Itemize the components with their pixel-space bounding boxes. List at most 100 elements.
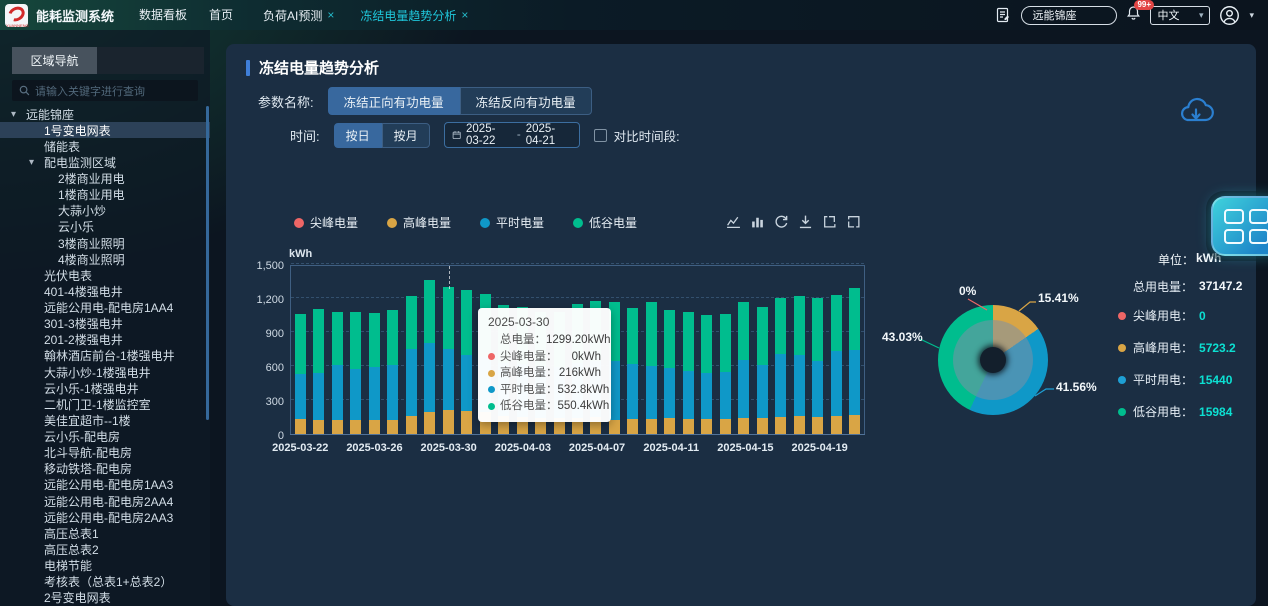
- sidebar-search-input[interactable]: 请输入关键字进行查询: [12, 80, 198, 101]
- topbar-nav-item[interactable]: 首页: [209, 8, 233, 22]
- time-row: 时间: 按日按月 2025-03-22 - 2025-04-21 对比时间段:: [290, 122, 680, 148]
- caret-down-icon[interactable]: ▾: [29, 157, 44, 168]
- tree-item[interactable]: 1楼商业用电: [0, 187, 210, 203]
- close-tab-icon[interactable]: ×: [327, 8, 334, 22]
- bar-segment: [794, 355, 805, 417]
- stat-row: 尖峰用电：0: [1118, 307, 1256, 324]
- tree-item[interactable]: 云小乐: [0, 219, 210, 235]
- tree-item[interactable]: 美佳宜超市--1楼: [0, 412, 210, 428]
- tree-item[interactable]: 北斗导航-配电房: [0, 445, 210, 461]
- tree-item[interactable]: 高压总表2: [0, 541, 210, 557]
- bar-2025-04-10[interactable]: [642, 266, 660, 434]
- tree-item[interactable]: 301-3楼强电井: [0, 316, 210, 332]
- tree-item[interactable]: 3楼商业照明: [0, 235, 210, 251]
- tree-item[interactable]: 云小乐-1楼强电井: [0, 380, 210, 396]
- bar-2025-03-29[interactable]: [420, 266, 438, 434]
- stacked-bar: [738, 302, 749, 434]
- save-image-icon[interactable]: [798, 214, 813, 229]
- data-zoom-icon[interactable]: [822, 214, 837, 229]
- bar-2025-04-21[interactable]: [846, 266, 864, 434]
- tree-item[interactable]: 电梯节能: [0, 558, 210, 574]
- caret-down-icon[interactable]: ▾: [11, 109, 26, 120]
- tree-item[interactable]: 大蒜小炒-1楼强电井: [0, 364, 210, 380]
- bar-2025-04-12[interactable]: [679, 266, 697, 434]
- notification-bell[interactable]: 99+: [1126, 5, 1141, 26]
- bar-2025-03-26[interactable]: [365, 266, 383, 434]
- legend-item[interactable]: 平时电量: [480, 214, 544, 231]
- close-tab-icon[interactable]: ×: [461, 8, 468, 22]
- stacked-bar: [664, 310, 675, 434]
- topbar-nav-item[interactable]: 数据看板: [139, 8, 187, 22]
- tree-item[interactable]: 储能表: [0, 138, 210, 154]
- sidebar-tab-region-nav[interactable]: 区域导航: [12, 47, 97, 74]
- tree-item[interactable]: ▾配电监测区域: [0, 154, 210, 170]
- tree-item[interactable]: 高压总表1: [0, 525, 210, 541]
- tree-item[interactable]: 远能公用电-配电房1AA3: [0, 477, 210, 493]
- tree-item[interactable]: ▾远能锦座: [0, 106, 210, 122]
- avatar[interactable]: [1219, 5, 1240, 26]
- bar-2025-04-19[interactable]: [809, 266, 827, 434]
- zoom-reset-icon[interactable]: [846, 214, 861, 229]
- bar-2025-03-28[interactable]: [402, 266, 420, 434]
- tree-item-label: 北斗导航-配电房: [44, 444, 132, 461]
- tree-item[interactable]: 光伏电表: [0, 267, 210, 283]
- tree-item[interactable]: 201-2楼强电井: [0, 332, 210, 348]
- restore-icon[interactable]: [774, 214, 789, 229]
- compare-checkbox-wrap[interactable]: 对比时间段:: [594, 126, 680, 145]
- station-input[interactable]: [1021, 6, 1117, 25]
- bar-2025-03-24[interactable]: [328, 266, 346, 434]
- tree-item[interactable]: 2楼商业用电: [0, 171, 210, 187]
- sidebar-scrollbar-thumb[interactable]: [206, 106, 209, 420]
- tree-item[interactable]: 考核表（总表1+总表2）: [0, 574, 210, 590]
- param-button[interactable]: 冻结正向有功电量: [328, 87, 460, 115]
- time-mode-button[interactable]: 按日: [334, 123, 382, 148]
- tree-item-label: 高压总表2: [44, 541, 99, 558]
- floating-widget-button[interactable]: [1211, 196, 1268, 256]
- language-select[interactable]: 中文 ▾: [1150, 6, 1210, 25]
- bar-2025-04-20[interactable]: [827, 266, 845, 434]
- toggle-line-icon[interactable]: [726, 214, 741, 229]
- bar-2025-04-16[interactable]: [753, 266, 771, 434]
- x-axis-tick: 2025-03-26: [346, 442, 402, 454]
- report-icon[interactable]: [995, 7, 1012, 24]
- legend-item[interactable]: 高峰电量: [387, 214, 451, 231]
- user-menu-caret-icon[interactable]: ▾: [1249, 10, 1254, 21]
- tooltip-series-name: 低谷电量：: [500, 398, 558, 415]
- date-range-input[interactable]: 2025-03-22 - 2025-04-21: [444, 122, 580, 148]
- legend-item[interactable]: 尖峰电量: [294, 214, 358, 231]
- stacked-bar: [424, 280, 435, 434]
- bar-2025-03-25[interactable]: [346, 266, 364, 434]
- bar-2025-03-23[interactable]: [309, 266, 327, 434]
- bar-2025-04-18[interactable]: [790, 266, 808, 434]
- bar-2025-04-15[interactable]: [735, 266, 753, 434]
- tree-item[interactable]: 远能公用电-配电房1AA4: [0, 300, 210, 316]
- tree-item[interactable]: 远能公用电-配电房2AA3: [0, 509, 210, 525]
- topbar-tab[interactable]: 冻结电量趋势分析×: [360, 7, 468, 24]
- compare-checkbox[interactable]: [594, 129, 607, 142]
- tree-item[interactable]: 翰林酒店前台-1楼强电井: [0, 348, 210, 364]
- tree-item[interactable]: 2号变电网表: [0, 590, 210, 606]
- topbar-tab[interactable]: 负荷AI预测×: [263, 7, 334, 24]
- tree-item[interactable]: 远能公用电-配电房2AA4: [0, 493, 210, 509]
- tree-item[interactable]: 大蒜小炒: [0, 203, 210, 219]
- tree-item[interactable]: 1号变电网表: [0, 122, 210, 138]
- tree-item[interactable]: 移动铁塔-配电房: [0, 461, 210, 477]
- bar-2025-03-30[interactable]: [439, 266, 457, 434]
- bar-2025-03-22[interactable]: [291, 266, 309, 434]
- tree-item[interactable]: 401-4楼强电井: [0, 283, 210, 299]
- tree-item[interactable]: 二机门卫-1楼监控室: [0, 396, 210, 412]
- bar-2025-04-13[interactable]: [698, 266, 716, 434]
- cloud-download-icon[interactable]: [1178, 96, 1214, 133]
- toggle-bar-icon[interactable]: [750, 214, 765, 229]
- bar-2025-04-17[interactable]: [772, 266, 790, 434]
- tree-item[interactable]: 云小乐-配电房: [0, 429, 210, 445]
- bar-2025-04-14[interactable]: [716, 266, 734, 434]
- time-mode-button[interactable]: 按月: [382, 123, 430, 148]
- bar-2025-04-11[interactable]: [661, 266, 679, 434]
- bar-2025-03-27[interactable]: [383, 266, 401, 434]
- tree-item[interactable]: 4楼商业照明: [0, 251, 210, 267]
- bar-2025-03-31[interactable]: [457, 266, 475, 434]
- bar-2025-04-09[interactable]: [624, 266, 642, 434]
- param-button[interactable]: 冻结反向有功电量: [460, 87, 592, 115]
- legend-item[interactable]: 低谷电量: [573, 214, 637, 231]
